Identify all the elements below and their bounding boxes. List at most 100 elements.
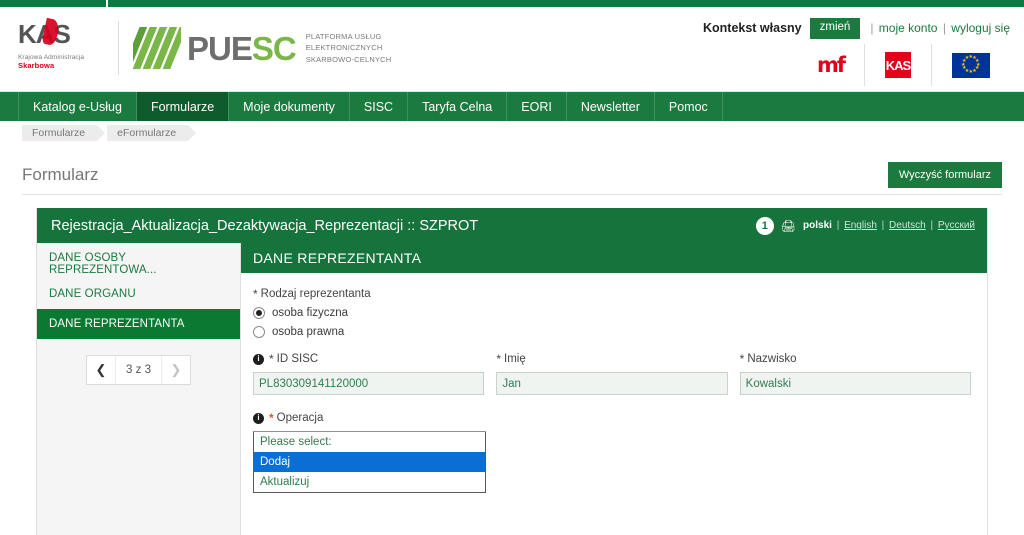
puesc-tagline-2: elektronicznych (305, 43, 383, 53)
nav-item-moje-dokumenty[interactable]: Moje dokumenty (229, 92, 350, 121)
kas-logo-line2: Skarbowa (18, 61, 55, 70)
nazwisko-required-mark: * (739, 352, 745, 366)
form-header-tools: 1 🖨 polski | English | Deutsch | Русский (755, 216, 975, 235)
field-operacja: i * Operacja Please select: ▼ Please sel… (253, 411, 486, 493)
form-body: DANE OSOBY REPREZENTOWA... DANE ORGANU DAN… (37, 243, 987, 535)
breadcrumb-item-eformularze[interactable]: eFormularze (107, 125, 196, 141)
sidebar-item-0[interactable]: DANE OSOBY REPREZENTOWA... (37, 249, 240, 279)
imie-label: * Imię (496, 352, 727, 366)
id-sisc-required-mark: * (269, 352, 274, 366)
puesc-word-sc: SC (251, 29, 297, 67)
form-fields: * Rodzaj reprezentanta osoba fizyczna os… (241, 273, 987, 493)
account-links: | moje konto | wyloguj się (868, 21, 1010, 35)
language-separator: | (833, 220, 843, 231)
radio-label-osoba-prawna: osoba prawna (272, 326, 345, 338)
nav-item-katalog-e-us-ug[interactable]: Katalog e-Usług (18, 92, 137, 121)
main-navigation: Katalog e-Usług Formularze Moje dokumenty S… (0, 92, 1024, 121)
mf-logo-cell: mf (797, 44, 864, 86)
eu-star-icon: ★ (964, 55, 970, 61)
kas-logo[interactable]: KAS Krajowa Administracja Skarbowa (18, 17, 110, 70)
id-sisc-label-text: ID SISC (276, 353, 319, 365)
operacja-label: i * Operacja (253, 411, 486, 425)
kas-logo-line1: Krajowa Administracja (18, 54, 85, 61)
form-title: Rejestracja_Aktualizacja_Dezaktywacja_Re… (51, 217, 479, 234)
nazwisko-input[interactable] (739, 372, 971, 395)
radio-option-osoba-prawna[interactable]: osoba prawna (253, 326, 971, 338)
imie-label-text: Imię (504, 353, 526, 365)
nazwisko-label: * Nazwisko (740, 352, 971, 366)
nav-item-taryfa-celna[interactable]: Taryfa Celna (408, 92, 508, 121)
kas-logo-mark: KAS (18, 17, 71, 51)
identity-fields-row: i * ID SISC * Imię (253, 352, 971, 395)
radio-icon-osoba-prawna[interactable] (253, 326, 265, 338)
logout-link[interactable]: wyloguj się (951, 21, 1010, 35)
change-context-button[interactable]: zmień (809, 18, 861, 39)
imie-input[interactable] (496, 372, 728, 395)
nav-item-eori[interactable]: EORI (507, 92, 567, 121)
sidebar-item-1[interactable]: DANE ORGANU (37, 279, 240, 309)
puesc-logo[interactable]: PUESC Platforma usług elektronicznych Sk… (133, 27, 391, 69)
kas-red-logo-icon: KAS (885, 52, 911, 78)
nav-item-newsletter[interactable]: Newsletter (567, 92, 655, 121)
puesc-word-pue: PUE (187, 29, 253, 67)
operacja-options-list: Please select: Dodaj Aktualizuj (253, 432, 486, 493)
language-separator: | (878, 220, 888, 231)
nav-item-pomoc[interactable]: Pomoc (655, 92, 723, 121)
operacja-required-mark: * (269, 411, 274, 425)
nav-item-sisc[interactable]: SISC (350, 92, 409, 121)
operacja-option-1[interactable]: Dodaj (254, 452, 485, 472)
top-strip-left (0, 0, 108, 7)
section-title: DANE REPREZENTANTA (241, 243, 987, 273)
breadcrumb: Formularze eFormularze (0, 121, 1024, 145)
form-main-area: DANE REPREZENTANTA * Rodzaj reprezentant… (241, 243, 987, 535)
partner-logos: mf KAS ★ ★ ★ ★ ★ ★ ★ ★ ★ ★ ★ ★ (797, 44, 1010, 86)
language-link-deutsch[interactable]: Deutsch (889, 220, 926, 231)
top-accent-strip (0, 0, 1024, 7)
pager-prev-button[interactable]: ❮ (87, 356, 115, 384)
info-icon-operacja[interactable]: i (253, 412, 264, 424)
pager-next-button[interactable]: ❯ (162, 356, 190, 384)
nav-item-formularze[interactable]: Formularze (136, 92, 230, 121)
id-sisc-input[interactable] (253, 372, 485, 395)
puesc-tagline-1: Platforma usług (305, 31, 382, 41)
sidebar-item-2[interactable]: DANE REPREZENTANTA (37, 309, 240, 339)
language-current: polski (803, 220, 832, 231)
eu-flag-icon: ★ ★ ★ ★ ★ ★ ★ ★ ★ ★ ★ ★ (952, 52, 990, 78)
id-sisc-label: i * ID SISC (253, 352, 484, 366)
section-pager: ❮ 3 z 3 ❯ (86, 355, 191, 385)
nazwisko-label-text: Nazwisko (747, 353, 797, 365)
links-separator-2: | (942, 21, 946, 36)
rodzaj-label: * Rodzaj reprezentanta (253, 287, 971, 301)
form-header-bar: Rejestracja_Aktualizacja_Dezaktywacja_Re… (37, 208, 987, 243)
radio-label-osoba-fizyczna: osoba fizyczna (272, 307, 349, 319)
context-bar: Kontekst własny zmień | moje konto | wyl… (703, 18, 1010, 39)
page-title-row: Formularz Wyczyść formularz (22, 155, 1002, 195)
eu-flag-cell: ★ ★ ★ ★ ★ ★ ★ ★ ★ ★ ★ ★ (931, 44, 1010, 86)
form-panel: Rejestracja_Aktualizacja_Dezaktywacja_Re… (36, 208, 988, 535)
context-label: Kontekst własny (702, 21, 802, 36)
language-link-english[interactable]: English (844, 220, 877, 231)
radio-option-osoba-fizyczna[interactable]: osoba fizyczna (253, 307, 971, 319)
links-separator-1: | (870, 21, 874, 36)
language-link-русский[interactable]: Русский (938, 220, 975, 231)
operacja-option-2[interactable]: Aktualizuj (254, 472, 485, 492)
my-account-link[interactable]: moje konto (879, 21, 938, 35)
field-imie: * Imię (496, 352, 728, 395)
header-divider (118, 21, 119, 75)
mf-logo-icon: mf (816, 52, 846, 77)
printer-icon[interactable]: 🖨 (781, 220, 796, 232)
operacja-option-0[interactable]: Please select: (254, 432, 485, 452)
top-strip-right (108, 0, 1024, 7)
site-header: KAS Krajowa Administracja Skarbowa PUESC… (0, 7, 1024, 92)
field-id-sisc: i * ID SISC (253, 352, 485, 395)
operacja-label-text: Operacja (276, 412, 324, 424)
breadcrumb-item-formularze[interactable]: Formularze (22, 125, 106, 141)
rodzaj-required-mark: * (253, 287, 258, 301)
radio-icon-osoba-fizyczna[interactable] (253, 307, 265, 319)
clear-form-button[interactable]: Wyczyść formularz (887, 161, 1002, 188)
info-icon-id-sisc[interactable]: i (253, 353, 264, 365)
page-title: Formularz (22, 164, 99, 184)
imie-required-mark: * (496, 352, 501, 366)
field-nazwisko: * Nazwisko (739, 352, 971, 395)
language-switcher: polski | English | Deutsch | Русский (803, 220, 975, 231)
